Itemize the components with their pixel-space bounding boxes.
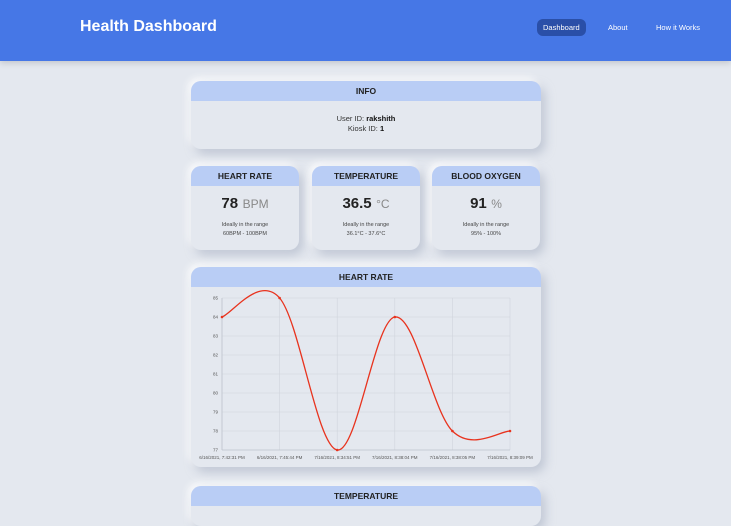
temperature-chart-card: TEMPERATURE <box>191 486 541 526</box>
blood-oxygen-range: Ideally in the range 95% - 100% <box>432 221 540 239</box>
info-card-body: User ID: rakshith Kiosk ID: 1 <box>191 101 541 134</box>
heart-rate-range: Ideally in the range 60BPM - 100BPM <box>191 221 299 239</box>
temperature-unit: °C <box>376 197 390 211</box>
temperature-card-title: TEMPERATURE <box>312 166 420 186</box>
blood-oxygen-range-value: 95% - 100% <box>471 231 501 237</box>
temperature-card: TEMPERATURE 36.5 °C Ideally in the range… <box>312 166 420 250</box>
y-tick-label: 84 <box>213 315 219 320</box>
blood-oxygen-value: 91 <box>470 195 487 212</box>
x-tick-label: 6/16/2021, 7:42:31 PM <box>199 455 245 460</box>
user-id-row: User ID: rakshith <box>191 114 541 124</box>
kiosk-id-label: Kiosk ID: <box>347 124 378 133</box>
temperature-range-value: 36.1°C - 37.6°C <box>346 231 386 237</box>
heart-rate-data-point[interactable] <box>451 429 454 433</box>
heart-rate-unit: BPM <box>242 197 269 211</box>
heart-rate-data-point[interactable] <box>508 429 512 433</box>
app-title[interactable]: Health Dashboard <box>80 18 217 36</box>
blood-oxygen-card: BLOOD OXYGEN 91 % Ideally in the range 9… <box>432 166 540 250</box>
heart-rate-chart-title: HEART RATE <box>191 267 541 287</box>
nav-how-it-works-link[interactable]: How it Works <box>650 19 706 36</box>
user-id-label: User ID: <box>336 114 365 123</box>
nav-dashboard-link[interactable]: Dashboard <box>537 19 586 36</box>
y-tick-label: 82 <box>213 353 219 358</box>
temperature-reading: 36.5 °C <box>312 195 420 213</box>
top-navbar: Health Dashboard Dashboard About How it … <box>0 0 731 61</box>
heart-rate-data-point[interactable] <box>278 296 281 300</box>
blood-oxygen-reading: 91 % <box>432 195 540 213</box>
blood-oxygen-range-label: Ideally in the range <box>462 222 510 228</box>
heart-rate-data-point[interactable] <box>220 315 224 319</box>
kiosk-id-value: 1 <box>379 124 385 133</box>
x-tick-label: 7/16/2021, 8:39:09 PM <box>487 455 533 460</box>
heart-rate-data-point[interactable] <box>335 448 339 452</box>
info-card-title: INFO <box>191 81 541 101</box>
temperature-range-label: Ideally in the range <box>342 222 390 228</box>
x-tick-label: 7/16/2021, 8:34:51 PM <box>314 455 360 460</box>
heart-rate-reading: 78 BPM <box>191 195 299 213</box>
heart-rate-card-title: HEART RATE <box>191 166 299 186</box>
x-tick-label: 7/16/2021, 8:38:05 PM <box>430 455 476 460</box>
y-tick-label: 79 <box>213 410 219 415</box>
kiosk-id-row: Kiosk ID: 1 <box>191 124 541 134</box>
y-tick-label: 80 <box>213 391 219 396</box>
heart-rate-value: 78 <box>221 195 239 212</box>
info-card: INFO User ID: rakshith Kiosk ID: 1 <box>191 81 541 149</box>
heart-rate-card: HEART RATE 78 BPM Ideally in the range 6… <box>191 166 299 250</box>
temperature-range: Ideally in the range 36.1°C - 37.6°C <box>312 221 420 239</box>
heart-rate-series-line <box>221 290 511 451</box>
y-tick-label: 78 <box>213 429 219 434</box>
temperature-chart-title: TEMPERATURE <box>191 486 541 506</box>
user-id-value: rakshith <box>366 114 396 123</box>
y-tick-label: 83 <box>213 334 219 339</box>
y-tick-label: 77 <box>213 448 219 453</box>
heart-rate-range-value: 60BPM - 100BPM <box>222 231 268 237</box>
x-tick-label: 7/16/2021, 8:38:04 PM <box>372 455 418 460</box>
x-tick-label: 6/16/2021, 7:45:44 PM <box>257 455 303 460</box>
blood-oxygen-card-title: BLOOD OXYGEN <box>432 166 540 186</box>
y-tick-label: 85 <box>213 296 219 301</box>
heart-rate-chart-card: HEART RATE 77 78 79 80 81 82 83 84 85 6/16/2021, … <box>191 267 541 467</box>
heart-rate-range-label: Ideally in the range <box>221 222 269 228</box>
heart-rate-data-point[interactable] <box>393 315 397 319</box>
y-tick-label: 81 <box>213 372 219 377</box>
blood-oxygen-unit: % <box>491 197 502 211</box>
nav-about-link[interactable]: About <box>602 19 634 36</box>
heart-rate-line-chart: 77 78 79 80 81 82 83 84 85 6/16/2021, 7:42:31 PM 6… <box>199 290 533 460</box>
temperature-value: 36.5 <box>342 195 372 212</box>
